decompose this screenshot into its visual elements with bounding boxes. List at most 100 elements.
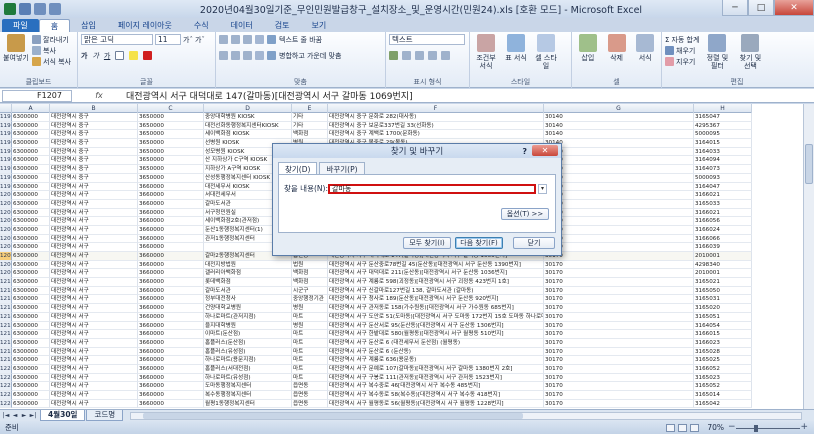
table-cell[interactable]: 6300000 bbox=[12, 139, 50, 148]
table-cell[interactable]: 6300000 bbox=[12, 173, 50, 183]
table-cell[interactable]: 대전광역시 서구 bbox=[50, 199, 138, 209]
table-cell[interactable]: 3165021 bbox=[694, 278, 752, 287]
table-cell[interactable]: 대전광역시 서구 bbox=[50, 234, 138, 244]
number-format-combo[interactable]: 텍스트 bbox=[389, 34, 465, 45]
row-header[interactable]: 1214 bbox=[0, 312, 12, 322]
table-cell[interactable]: 대전광역시 서구 도안로 51(도마동)[대전광역시 서구 도마동 172번지 … bbox=[328, 312, 544, 322]
increase-decimal-icon[interactable] bbox=[428, 51, 437, 60]
table-cell[interactable]: 대전광역시 중구 bbox=[50, 113, 138, 122]
table-cell[interactable]: 30170 bbox=[544, 199, 694, 209]
table-cell[interactable]: 5000095 bbox=[694, 130, 752, 140]
table-cell[interactable]: 3660000 bbox=[138, 356, 204, 365]
row-header[interactable]: 1205 bbox=[0, 234, 12, 244]
sheet-tab-main[interactable]: 4월30일 bbox=[40, 410, 86, 421]
table-cell[interactable]: 6300000 bbox=[12, 278, 50, 287]
table-cell[interactable]: 6300000 bbox=[12, 304, 50, 313]
cut-button[interactable]: 잘라내기 bbox=[32, 34, 71, 45]
table-cell[interactable]: 6300000 bbox=[12, 356, 50, 365]
row-header[interactable]: 1201 bbox=[0, 199, 12, 209]
table-cell[interactable]: 읍면동 bbox=[292, 382, 328, 391]
align-middle-icon[interactable] bbox=[231, 35, 240, 44]
table-cell[interactable]: 6300000 bbox=[12, 391, 50, 400]
table-cell[interactable]: 대전광역시 서구 대덕대로 211(둔산동)[대전광역시 서구 둔산동 1036… bbox=[328, 269, 544, 279]
table-cell[interactable]: 30170 bbox=[544, 252, 694, 261]
row-header[interactable]: 1223 bbox=[0, 391, 12, 400]
table-cell[interactable]: 3166066 bbox=[694, 234, 752, 244]
zoom-slider-knob[interactable] bbox=[754, 424, 758, 432]
orientation-icon[interactable] bbox=[255, 35, 264, 44]
table-cell[interactable]: 3165014 bbox=[694, 391, 752, 400]
tab-data[interactable]: 데이터 bbox=[220, 19, 264, 32]
table-cell[interactable]: 6300000 bbox=[12, 182, 50, 192]
table-cell[interactable]: 대전광역시 중구 bbox=[50, 139, 138, 148]
table-cell[interactable]: 3650000 bbox=[138, 139, 204, 148]
table-cell[interactable]: 3650000 bbox=[138, 156, 204, 166]
font-size-combo[interactable]: 11 bbox=[155, 34, 181, 45]
font-color-icon[interactable] bbox=[143, 51, 153, 60]
row-header[interactable]: 1206 bbox=[0, 243, 12, 252]
table-cell[interactable]: 3164094 bbox=[694, 156, 752, 166]
table-cell[interactable]: 5000093 bbox=[694, 173, 752, 183]
table-cell[interactable]: 병원 bbox=[292, 321, 328, 331]
table-cell[interactable]: 30140 bbox=[544, 156, 694, 166]
table-cell[interactable]: 대전광역시 서구 bbox=[50, 269, 138, 279]
table-cell[interactable]: 3650000 bbox=[138, 130, 204, 140]
underline-button[interactable]: 가 bbox=[104, 51, 110, 61]
table-cell[interactable]: 3660000 bbox=[138, 364, 204, 374]
grow-font-button[interactable]: 가ˆ bbox=[183, 35, 193, 45]
table-cell[interactable]: 중앙행정기관 bbox=[292, 295, 328, 305]
table-cell[interactable]: 대전광역시 중구 bbox=[50, 156, 138, 166]
table-cell[interactable]: 30170 bbox=[544, 295, 694, 305]
tab-insert[interactable]: 삽입 bbox=[70, 19, 107, 32]
table-cell[interactable]: 30170 bbox=[544, 260, 694, 270]
table-cell[interactable]: 대전광역시 서구 bbox=[50, 191, 138, 200]
row-header[interactable]: 1209 bbox=[0, 269, 12, 279]
table-cell[interactable]: 백화점 bbox=[292, 130, 328, 140]
table-cell[interactable]: 시군구 bbox=[292, 286, 328, 296]
align-top-icon[interactable] bbox=[219, 35, 228, 44]
table-cell[interactable]: 홈플러스(둔산점) bbox=[204, 338, 292, 348]
tab-formulas[interactable]: 수식 bbox=[183, 19, 220, 32]
table-cell[interactable]: 대전광역시 서구 bbox=[50, 208, 138, 218]
table-cell[interactable]: 대전광역시 서구 bbox=[50, 312, 138, 322]
column-header[interactable]: G bbox=[544, 104, 694, 113]
table-cell[interactable]: 대전광역시 서구 구봉로 111(관저동)[대전광역시 서구 관저동 1523번… bbox=[328, 373, 544, 383]
row-header[interactable]: 1213 bbox=[0, 304, 12, 313]
table-cell[interactable]: 롯데백화점 bbox=[204, 278, 292, 287]
table-cell[interactable]: 3165023 bbox=[694, 373, 752, 383]
table-cell[interactable]: 6300000 bbox=[12, 191, 50, 200]
zoom-out-icon[interactable]: − bbox=[728, 422, 736, 432]
table-cell[interactable]: 대전광역시 중구 bbox=[50, 130, 138, 140]
table-cell[interactable]: 대전광역시 서구 bbox=[50, 373, 138, 383]
row-header[interactable]: 1224 bbox=[0, 399, 12, 409]
row-header[interactable]: 1220 bbox=[0, 364, 12, 374]
table-cell[interactable]: 6300000 bbox=[12, 130, 50, 140]
table-cell[interactable]: 6300000 bbox=[12, 312, 50, 322]
table-cell[interactable]: 3650000 bbox=[138, 173, 204, 183]
table-cell[interactable]: 대전광역시 서구 bbox=[50, 321, 138, 331]
row-header[interactable]: 1217 bbox=[0, 338, 12, 348]
help-icon[interactable]: ? bbox=[522, 147, 527, 156]
table-cell[interactable]: 6300000 bbox=[12, 252, 50, 261]
table-cell[interactable]: 3166039 bbox=[694, 243, 752, 252]
table-cell[interactable]: 대전광역시 서구 관저동로 158(가수원동)[대전광역시 서구 가수원동 68… bbox=[328, 304, 544, 313]
row-header[interactable]: 1211 bbox=[0, 286, 12, 296]
fill-button[interactable]: 채우기 bbox=[665, 45, 699, 56]
table-cell[interactable]: 3166015 bbox=[694, 330, 752, 339]
normal-view-icon[interactable] bbox=[666, 423, 676, 432]
table-cell[interactable]: 대전광역시 중구 문화로 282(대사동) bbox=[328, 113, 544, 122]
tab-view[interactable]: 보기 bbox=[300, 19, 337, 32]
table-cell[interactable]: 6300000 bbox=[12, 121, 50, 131]
table-cell[interactable]: 3660000 bbox=[138, 373, 204, 383]
table-cell[interactable]: 대전광역시 서구 bbox=[50, 330, 138, 339]
table-cell[interactable]: 6300000 bbox=[12, 113, 50, 122]
table-cell[interactable]: 대전광역시 중구 bbox=[50, 147, 138, 157]
table-cell[interactable]: 30170 bbox=[544, 364, 694, 374]
borders-icon[interactable] bbox=[115, 51, 125, 60]
table-cell[interactable]: 대전광역시 중구 bbox=[50, 121, 138, 131]
table-cell[interactable]: 대전지방법원 bbox=[204, 260, 292, 270]
tab-home[interactable]: 홈 bbox=[38, 19, 71, 32]
table-cell[interactable]: 대전광역시 서구 둔산로 6 (둔산동) bbox=[328, 347, 544, 357]
table-cell[interactable]: 4295367 bbox=[694, 121, 752, 131]
row-header[interactable]: 1192 bbox=[0, 121, 12, 131]
